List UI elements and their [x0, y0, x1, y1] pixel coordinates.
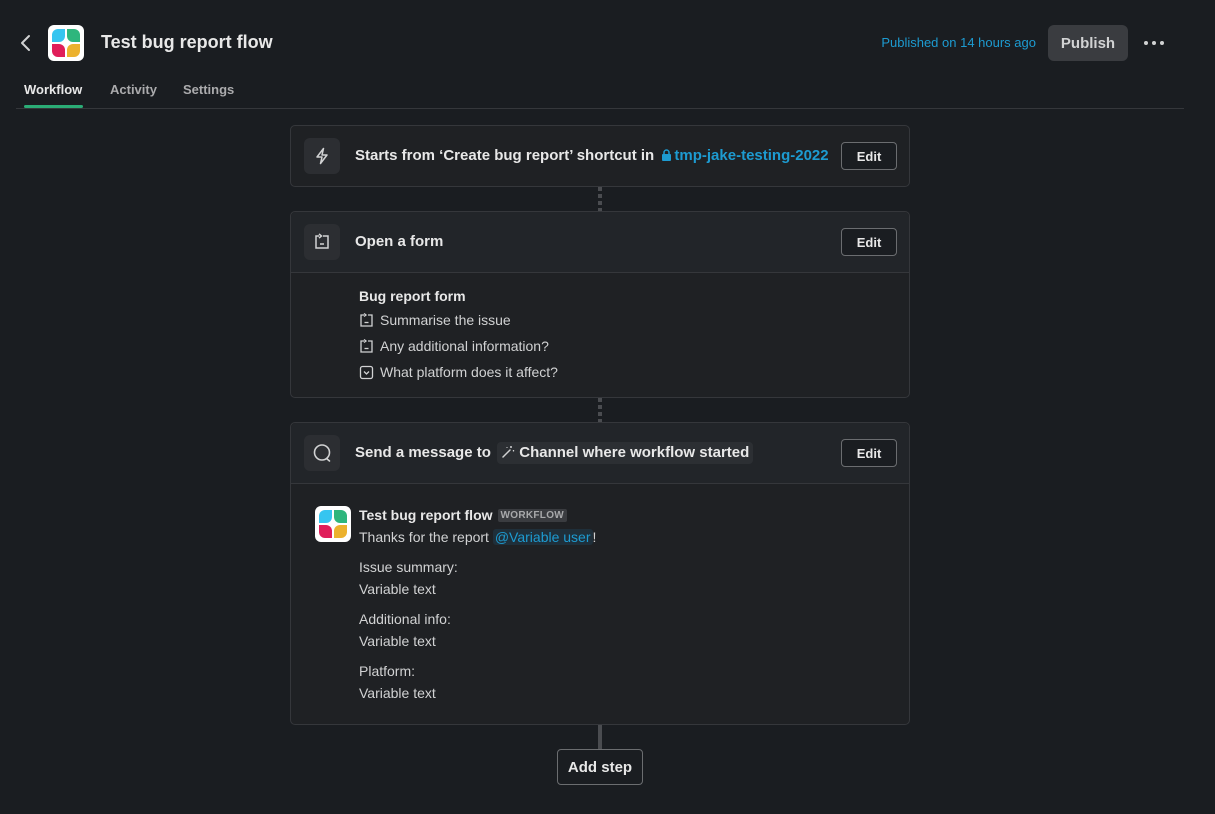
message-thanks-line: Thanks for the report @Variable user!: [359, 526, 879, 548]
back-arrow-icon[interactable]: [16, 30, 36, 56]
section-label: Issue summary:: [359, 559, 458, 575]
workflow-logo-icon: [48, 25, 84, 61]
form-preview: Bug report form Summarise the issue Any …: [359, 288, 558, 385]
workflow-header: Test bug report flow Published on 14 hou…: [0, 0, 1215, 109]
trigger-step-text: Starts from ‘Create bug report’ shortcut…: [355, 147, 829, 164]
lock-icon: [662, 149, 672, 161]
form-field: What platform does it affect?: [359, 359, 558, 385]
message-step-prefix: Send a message to: [355, 444, 491, 461]
user-mention: @Variable user: [492, 529, 593, 545]
message-step-card: Send a message to Channel where workflow…: [290, 422, 910, 725]
section-value: Variable text: [359, 633, 436, 649]
channel-variable-label: Channel where workflow started: [519, 444, 750, 461]
workflow-badge: WORKFLOW: [497, 508, 568, 522]
page-title: Test bug report flow: [101, 32, 273, 52]
form-name: Bug report form: [359, 288, 466, 304]
form-icon: [304, 224, 340, 260]
trigger-description: Starts from ‘Create bug report’ shortcut…: [355, 147, 655, 164]
text-field-icon: [360, 312, 373, 327]
form-field: Any additional information?: [359, 333, 558, 359]
edit-message-button[interactable]: Edit: [841, 439, 897, 467]
tab-settings[interactable]: Settings: [183, 82, 234, 97]
thanks-suffix: !: [592, 529, 597, 545]
step-connector: [598, 187, 602, 211]
magic-wand-icon: [502, 446, 515, 458]
lightning-icon: [304, 138, 340, 174]
edit-form-button[interactable]: Edit: [841, 228, 897, 256]
dropdown-field-icon: [359, 365, 374, 379]
thanks-text: Thanks for the report: [359, 529, 489, 545]
message-author-row: Test bug report flow WORKFLOW: [359, 504, 879, 526]
message-bubble-icon: [304, 435, 340, 471]
section-value: Variable text: [359, 581, 436, 597]
channel-link[interactable]: tmp-jake-testing-2022: [658, 147, 829, 164]
form-step-card: Open a form Edit Bug report form Summari…: [290, 211, 910, 398]
trigger-step-card: Starts from ‘Create bug report’ shortcut…: [290, 125, 910, 187]
tab-activity[interactable]: Activity: [110, 82, 157, 97]
tab-workflow[interactable]: Workflow: [24, 82, 82, 97]
published-status[interactable]: Published on 14 hours ago: [881, 35, 1036, 50]
message-content: Test bug report flow WORKFLOW Thanks for…: [359, 504, 879, 704]
step-connector: [598, 725, 602, 749]
text-field-icon: [360, 338, 373, 353]
form-step-title: Open a form: [355, 233, 444, 250]
message-step-title: Send a message to Channel where workflow…: [355, 442, 754, 464]
channel-variable-chip: Channel where workflow started: [497, 442, 754, 464]
workflow-avatar-icon: [315, 506, 351, 542]
add-step-button[interactable]: Add step: [557, 749, 643, 785]
form-field-label: Summarise the issue: [380, 312, 511, 328]
header-divider: [16, 108, 1184, 109]
message-author: Test bug report flow: [359, 507, 493, 523]
section-label: Platform:: [359, 663, 416, 679]
more-options-icon[interactable]: [1140, 30, 1168, 56]
form-field-label: What platform does it affect?: [380, 364, 558, 380]
publish-button[interactable]: Publish: [1048, 25, 1128, 61]
edit-trigger-button[interactable]: Edit: [841, 142, 897, 170]
form-field-label: Any additional information?: [380, 338, 549, 354]
channel-name[interactable]: tmp-jake-testing-2022: [674, 147, 828, 164]
form-field: Summarise the issue: [359, 307, 558, 333]
step-connector: [598, 398, 602, 422]
section-value: Variable text: [359, 685, 436, 701]
section-label: Additional info:: [359, 611, 451, 627]
